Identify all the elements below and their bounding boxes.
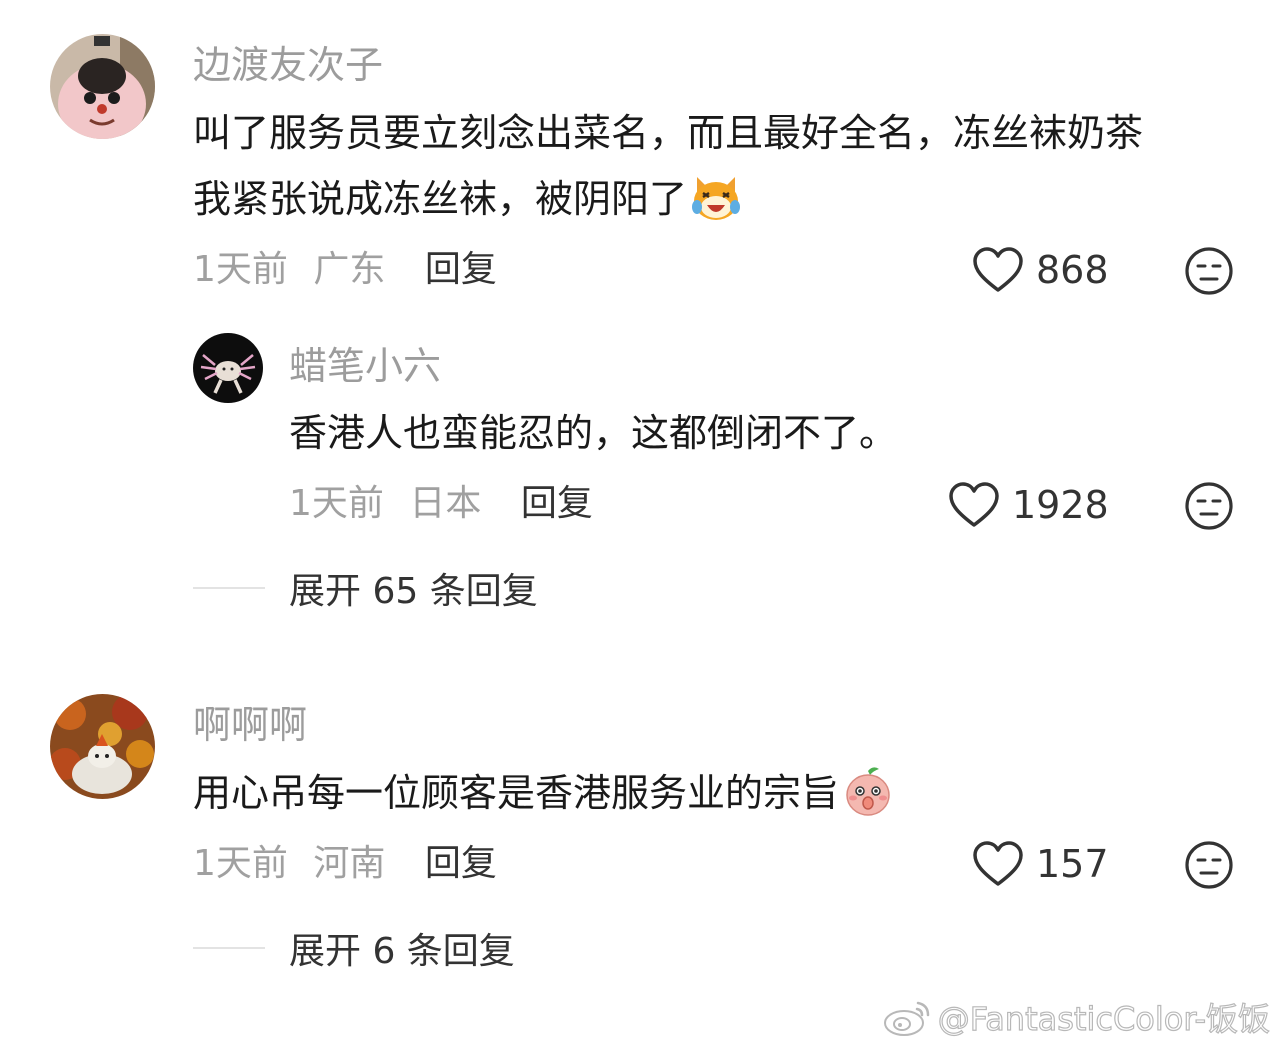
reply-button[interactable]: 回复 xyxy=(425,249,497,290)
comment-text-line-content: 我紧张说成冻丝袜，被阴阳了 xyxy=(193,177,688,221)
reply-button[interactable]: 回复 xyxy=(521,483,593,524)
mascot-avatar-image xyxy=(50,34,155,139)
like-button[interactable]: 157 xyxy=(972,840,1109,888)
comment-username[interactable]: 啊啊啊 xyxy=(193,706,307,744)
comment-text: 叫了服务员要立刻念出菜名，而且最好全名，冻丝袜奶茶 我紧张说成冻丝袜，被阴阳了 xyxy=(193,100,1143,232)
watermark: @FantasticColor-饭饭 xyxy=(882,994,1271,1040)
like-count: 868 xyxy=(1036,248,1109,292)
reply-time: 1天前 xyxy=(289,483,384,524)
peach-shush-emoji xyxy=(846,766,890,816)
reply-avatar[interactable] xyxy=(193,333,263,403)
comment-text-line-content: 用心吊每一位顾客是香港服务业的宗旨 xyxy=(193,771,840,815)
dislike-face-icon[interactable] xyxy=(1184,840,1234,890)
dislike-face-icon[interactable] xyxy=(1184,246,1234,296)
comment-time: 1天前 xyxy=(193,249,288,290)
weibo-logo-icon xyxy=(883,1001,929,1036)
reply-username[interactable]: 蜡笔小六 xyxy=(289,347,441,385)
user-avatar[interactable] xyxy=(50,34,155,139)
reply-meta: 1天前 日本 回复 xyxy=(289,486,593,522)
axolotl-avatar-image xyxy=(193,333,263,403)
comment-text-line: 用心吊每一位顾客是香港服务业的宗旨 xyxy=(193,760,895,826)
like-button[interactable]: 868 xyxy=(972,246,1109,294)
reply-location: 日本 xyxy=(409,483,482,524)
like-button[interactable]: 1928 xyxy=(948,481,1109,529)
dislike-face-icon[interactable] xyxy=(1184,481,1234,531)
laughing-cat-emoji xyxy=(692,176,741,220)
reply-text: 香港人也蛮能忍的，这都倒闭不了。 xyxy=(289,411,898,455)
expand-replies-label: 展开 6 条回复 xyxy=(289,931,515,972)
heart-icon xyxy=(949,482,999,527)
comment-location: 河南 xyxy=(313,843,386,884)
like-count: 1928 xyxy=(1012,483,1109,527)
like-count: 157 xyxy=(1036,842,1109,886)
comment-time: 1天前 xyxy=(193,843,288,884)
comment-meta: 1天前 广东 回复 xyxy=(193,252,497,288)
comment-username[interactable]: 边渡友次子 xyxy=(193,46,383,84)
watermark-text: @FantasticColor-饭饭 xyxy=(937,999,1270,1038)
expand-divider xyxy=(193,587,265,589)
comment-meta: 1天前 河南 回复 xyxy=(193,846,497,882)
heart-icon xyxy=(973,841,1023,886)
reply-button[interactable]: 回复 xyxy=(425,843,497,884)
comment-text-line: 我紧张说成冻丝袜，被阴阳了 xyxy=(193,166,1143,232)
expand-replies-label: 展开 65 条回复 xyxy=(289,571,538,612)
comment-location: 广东 xyxy=(313,249,386,290)
heart-icon xyxy=(973,247,1023,292)
expand-divider xyxy=(193,947,265,949)
expand-replies-button[interactable]: 展开 65 条回复 xyxy=(193,562,538,614)
user-avatar[interactable] xyxy=(50,694,155,799)
expand-replies-button[interactable]: 展开 6 条回复 xyxy=(193,922,515,974)
comment-text-line: 叫了服务员要立刻念出菜名，而且最好全名，冻丝袜奶茶 xyxy=(193,111,1144,155)
autumn-leaves-avatar-image xyxy=(50,694,155,799)
comment-text: 用心吊每一位顾客是香港服务业的宗旨 xyxy=(193,760,895,826)
